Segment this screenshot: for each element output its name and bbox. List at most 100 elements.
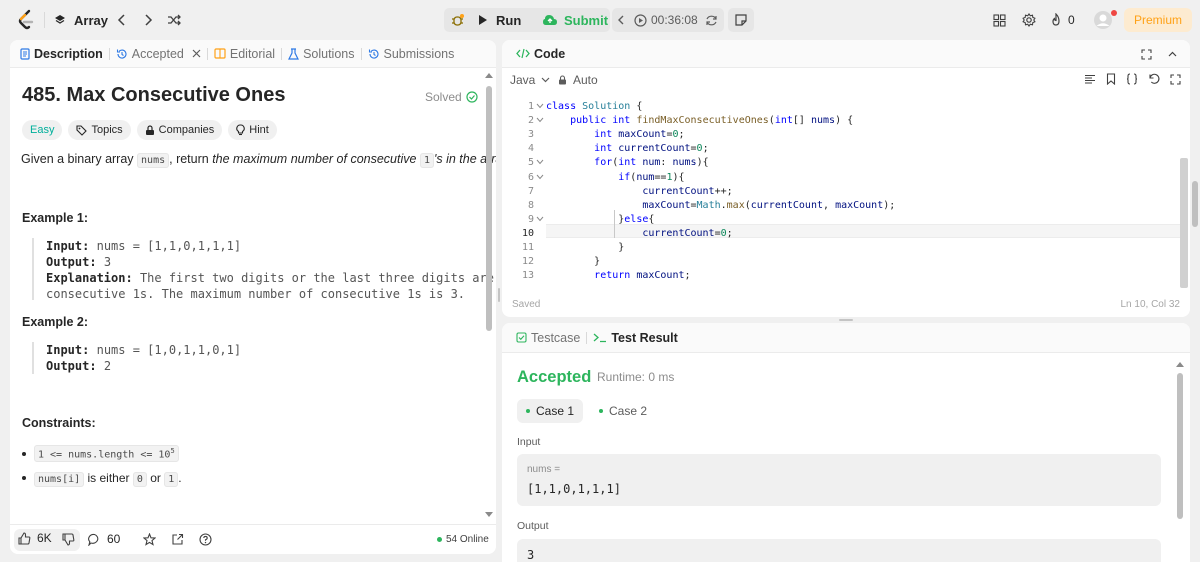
streak-button[interactable]: 0 bbox=[1050, 10, 1075, 30]
premium-button[interactable]: Premium bbox=[1124, 8, 1192, 32]
close-icon[interactable] bbox=[192, 49, 201, 58]
code-line[interactable]: for(int num: nums){ bbox=[546, 156, 708, 170]
code-line[interactable]: maxCount=Math.max(currentCount, maxCount… bbox=[546, 199, 895, 213]
editor-scrollbar-thumb[interactable] bbox=[1180, 158, 1188, 288]
scrollbar-thumb[interactable] bbox=[486, 86, 492, 331]
submit-button[interactable]: Submit bbox=[538, 9, 612, 31]
vertical-resize-handle[interactable] bbox=[498, 288, 500, 302]
fold-chevron-icon[interactable] bbox=[536, 159, 544, 165]
streak-count: 0 bbox=[1068, 13, 1075, 27]
input-box: nums = [1,1,0,1,1,1] bbox=[517, 454, 1161, 506]
undo-icon bbox=[1148, 73, 1160, 85]
code-line[interactable]: } bbox=[546, 255, 600, 269]
code-line[interactable]: }else{ bbox=[546, 213, 654, 227]
share-button[interactable] bbox=[171, 533, 184, 549]
fullscreen-button[interactable] bbox=[1170, 73, 1181, 88]
tab-label: Description bbox=[34, 46, 103, 61]
avatar[interactable] bbox=[1092, 9, 1117, 31]
align-left-icon bbox=[1084, 74, 1096, 85]
run-button[interactable]: Run bbox=[474, 9, 525, 31]
autocomplete-mode[interactable]: Auto bbox=[558, 73, 598, 87]
reset-code-button[interactable] bbox=[1148, 73, 1160, 88]
lock-icon bbox=[145, 124, 155, 136]
hint-button[interactable]: Hint bbox=[228, 120, 277, 140]
bookmark-button[interactable] bbox=[1106, 73, 1116, 88]
grid-layout-icon bbox=[992, 13, 1006, 27]
tab-test-result[interactable]: Test Result bbox=[587, 324, 683, 352]
random-problem-button[interactable] bbox=[164, 10, 184, 30]
page-scrollbar-thumb[interactable] bbox=[1192, 181, 1198, 227]
settings-button[interactable] bbox=[1020, 10, 1038, 30]
dislike-button[interactable] bbox=[62, 533, 75, 549]
case-tab-2[interactable]: Case 2 bbox=[592, 399, 654, 423]
code-line[interactable]: } bbox=[546, 241, 624, 255]
tab-description[interactable]: Description bbox=[14, 40, 109, 68]
lightbulb-icon bbox=[236, 124, 246, 136]
scroll-down-arrow[interactable] bbox=[485, 512, 493, 518]
scroll-up-arrow[interactable] bbox=[1176, 361, 1184, 367]
editor-scrollbar[interactable] bbox=[1180, 98, 1188, 288]
scrollbar[interactable] bbox=[486, 80, 492, 504]
tab-code[interactable]: Code bbox=[510, 40, 571, 68]
comments-button[interactable]: 60 bbox=[88, 532, 120, 546]
result-panel: Testcase Test Result Accepted Runtime: 0… bbox=[502, 323, 1190, 562]
tab-submissions[interactable]: Submissions bbox=[362, 40, 461, 68]
fold-chevron-icon[interactable] bbox=[536, 216, 544, 222]
reset-timer-button[interactable] bbox=[702, 10, 720, 30]
code-line[interactable]: int currentCount=0; bbox=[546, 142, 708, 156]
language-select[interactable]: Java bbox=[510, 73, 550, 87]
favorite-button[interactable] bbox=[143, 533, 156, 549]
like-button[interactable]: 6K bbox=[18, 531, 52, 545]
maximize-button[interactable] bbox=[1141, 48, 1152, 63]
tab-solutions[interactable]: Solutions bbox=[282, 40, 360, 68]
collapse-panel-button[interactable] bbox=[1167, 48, 1178, 63]
fold-chevron-icon[interactable] bbox=[536, 117, 544, 123]
fold-chevron-icon[interactable] bbox=[536, 174, 544, 180]
horizontal-resize-handle[interactable] bbox=[839, 319, 853, 321]
refresh-icon bbox=[705, 14, 718, 27]
problem-description: Given a binary array nums, return the ma… bbox=[21, 152, 496, 168]
flame-icon bbox=[1050, 13, 1062, 27]
notes-button[interactable] bbox=[728, 8, 754, 32]
result-scrollbar[interactable] bbox=[1176, 369, 1184, 559]
case-tab-1[interactable]: Case 1 bbox=[517, 399, 583, 423]
scroll-up-arrow[interactable] bbox=[485, 72, 493, 78]
problem-list-button[interactable]: Array bbox=[54, 8, 108, 32]
line-number: 6 bbox=[527, 171, 534, 183]
format-button[interactable] bbox=[1084, 73, 1096, 88]
code-line[interactable]: int maxCount=0; bbox=[546, 128, 684, 142]
line-number: 8 bbox=[527, 199, 534, 211]
braces-button[interactable] bbox=[1126, 73, 1138, 88]
debug-button[interactable] bbox=[446, 9, 470, 31]
code-line[interactable]: currentCount=0; bbox=[546, 227, 732, 241]
line-number: 10 bbox=[521, 227, 534, 239]
constraint-code: nums[i] bbox=[34, 472, 85, 487]
topics-button[interactable]: Topics bbox=[68, 120, 131, 140]
tab-accepted[interactable]: Accepted bbox=[110, 40, 207, 68]
code-editor[interactable]: 1 class Solution {2 public int findMaxCon… bbox=[502, 98, 1190, 288]
leetcode-logo[interactable] bbox=[14, 8, 38, 32]
code-line[interactable]: currentCount++; bbox=[546, 185, 732, 199]
next-problem-button[interactable] bbox=[138, 10, 158, 30]
check-circle-icon bbox=[466, 91, 478, 103]
code-line[interactable]: class Solution { bbox=[546, 100, 642, 114]
fold-chevron-icon[interactable] bbox=[536, 103, 544, 109]
code-line[interactable]: return maxCount; bbox=[546, 269, 690, 283]
tab-testcase[interactable]: Testcase bbox=[510, 324, 586, 352]
help-button[interactable] bbox=[199, 533, 212, 549]
tab-editorial[interactable]: Editorial bbox=[208, 40, 281, 68]
test-result-label: Test Result bbox=[611, 330, 678, 345]
layout-button[interactable] bbox=[990, 10, 1008, 30]
timer[interactable]: 00:36:08 bbox=[634, 10, 698, 30]
line-number: 11 bbox=[521, 242, 534, 253]
timer-collapse-button[interactable] bbox=[614, 10, 628, 30]
hint-label: Hint bbox=[249, 124, 269, 136]
input-var-label: nums = bbox=[527, 464, 561, 475]
prev-problem-button[interactable] bbox=[112, 10, 132, 30]
companies-button[interactable]: Companies bbox=[136, 120, 223, 140]
code-tab-label: Code bbox=[534, 46, 566, 61]
code-line[interactable]: public int findMaxConsecutiveOnes(int[] … bbox=[546, 114, 853, 128]
gear-icon bbox=[1022, 13, 1036, 27]
result-scrollbar-thumb[interactable] bbox=[1177, 373, 1183, 519]
code-line[interactable]: if(num==1){ bbox=[546, 171, 684, 185]
